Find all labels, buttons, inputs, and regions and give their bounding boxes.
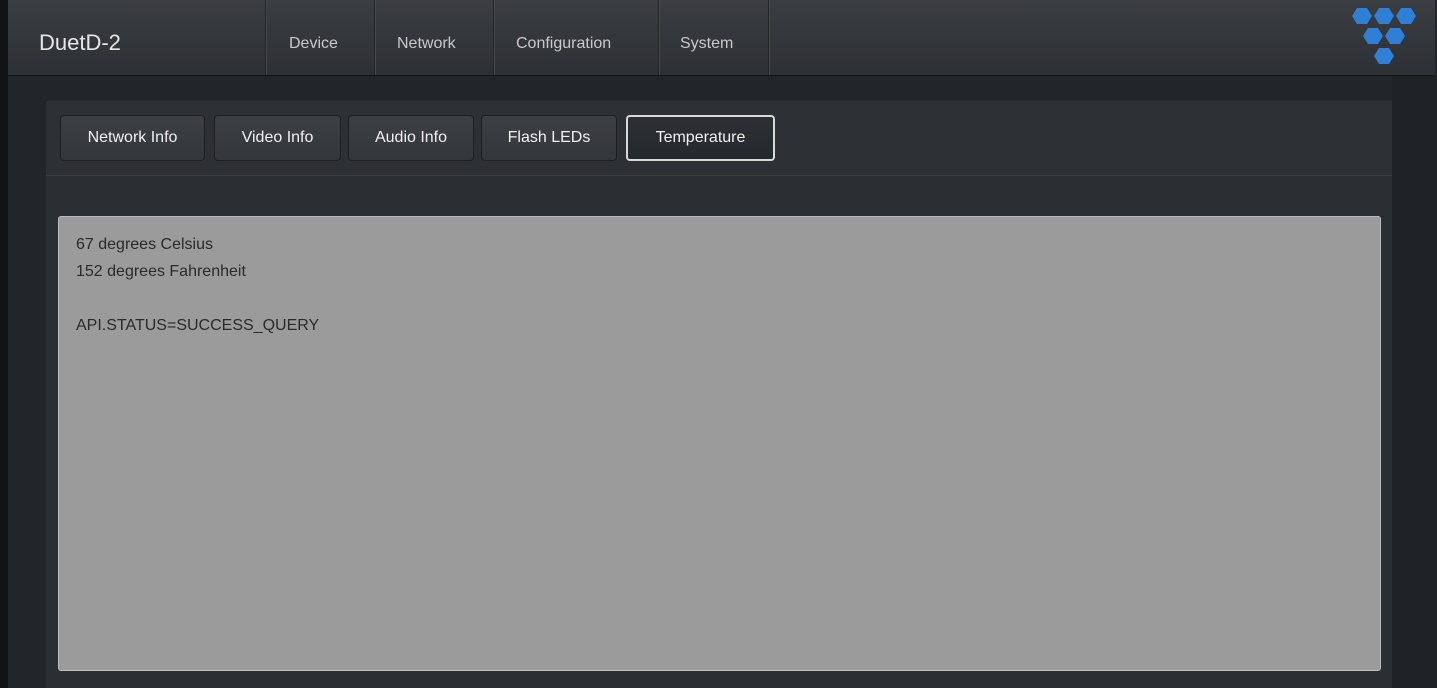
nav-divider [374,0,375,75]
tab-network-info[interactable]: Network Info [60,115,205,161]
nav-divider [658,0,659,75]
app-frame: DuetD-2 Device Network Configuration Sys… [0,0,1437,688]
nav-system[interactable]: System [680,34,733,54]
left-border [0,0,8,688]
nav-network[interactable]: Network [397,34,456,54]
right-gutter [1392,76,1437,688]
output-line-api-status: API.STATUS=SUCCESS_QUERY [76,317,320,334]
query-output: 67 degrees Celsius 152 degrees Fahrenhei… [58,216,1381,671]
output-line-blank [76,285,1363,312]
nav-divider [493,0,494,75]
nav-divider [768,0,769,75]
nav-divider [265,0,266,75]
hexagon-cluster-logo-icon [1352,8,1416,64]
main-panel: Network Info Video Info Audio Info Flash… [46,101,1392,688]
tab-video-info[interactable]: Video Info [214,115,341,161]
output-line-fahrenheit: 152 degrees Fahrenheit [76,263,246,280]
tab-flash-leds[interactable]: Flash LEDs [481,115,617,161]
nav-device[interactable]: Device [289,34,338,54]
device-name: DuetD-2 [39,30,121,55]
top-navbar: DuetD-2 Device Network Configuration Sys… [8,0,1435,76]
tab-temperature[interactable]: Temperature [626,115,775,161]
tab-bar: Network Info Video Info Audio Info Flash… [46,101,1392,176]
output-line-celsius: 67 degrees Celsius [76,236,213,253]
tab-audio-info[interactable]: Audio Info [348,115,474,161]
nav-configuration[interactable]: Configuration [516,34,611,54]
